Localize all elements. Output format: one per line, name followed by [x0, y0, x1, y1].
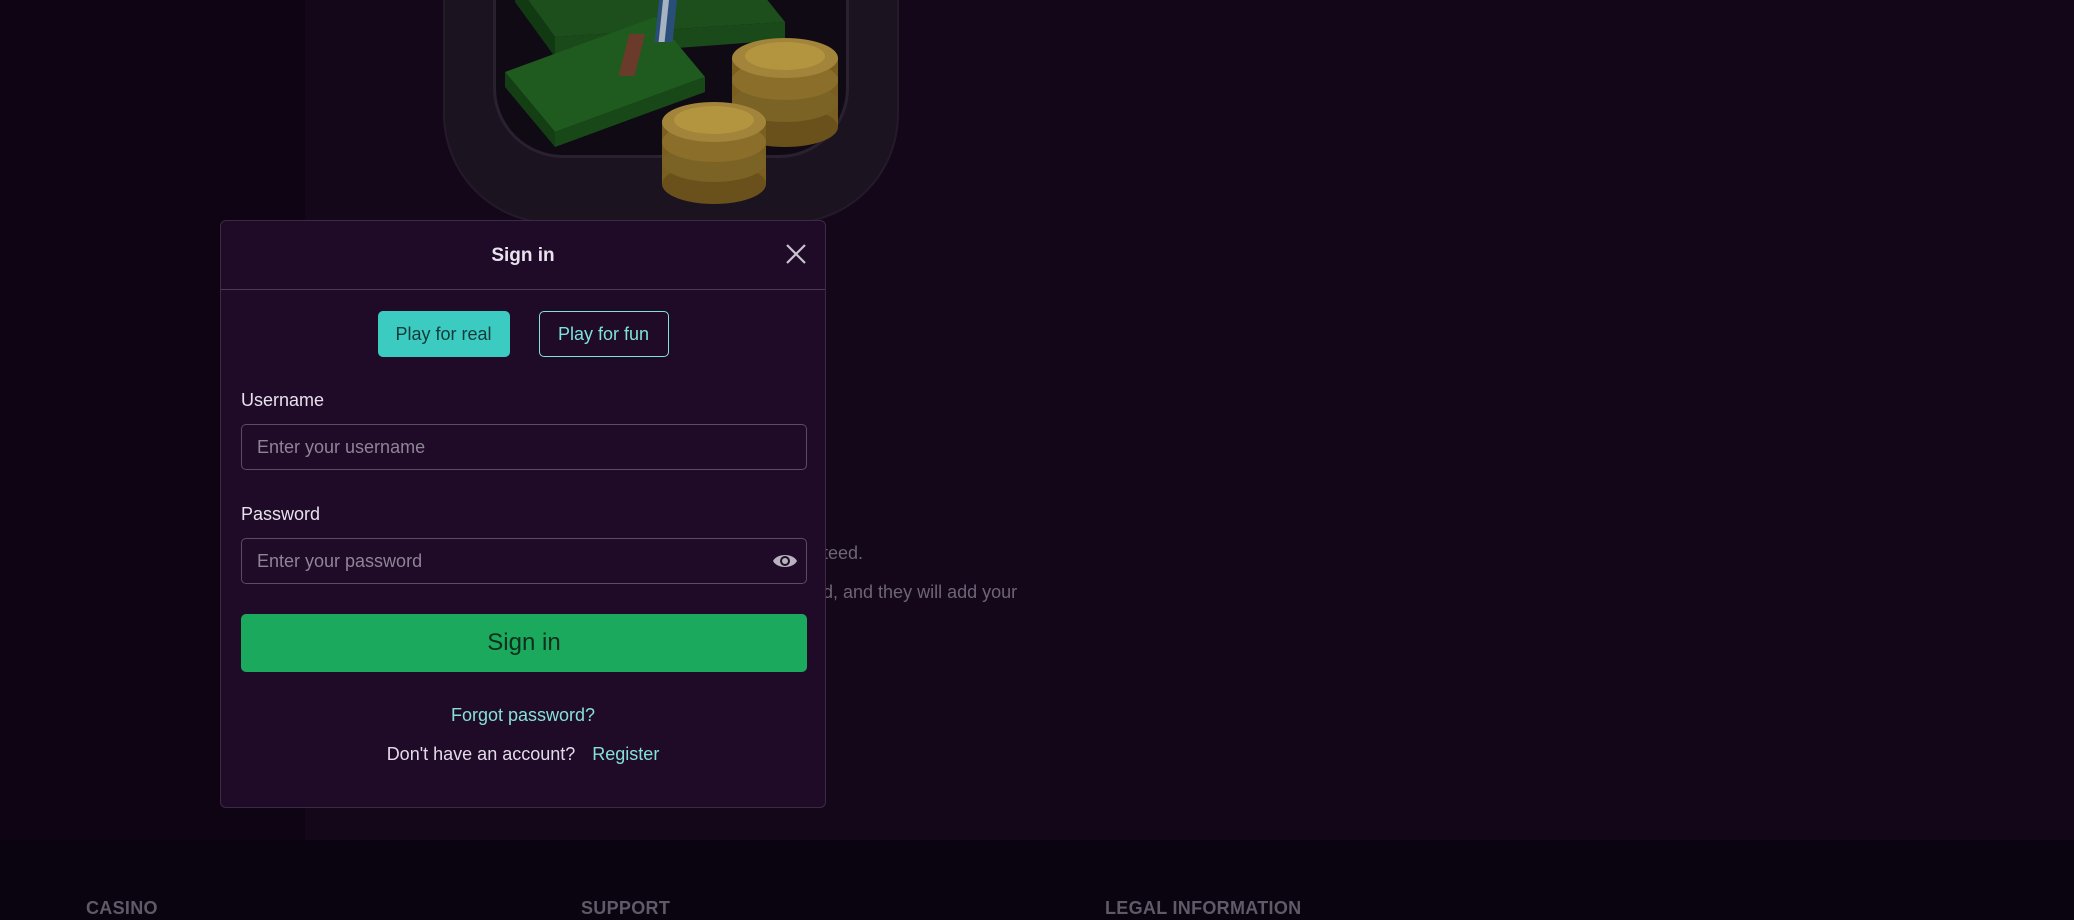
password-field	[241, 538, 807, 584]
close-icon	[786, 244, 806, 264]
play-mode-toggle: Play for real Play for fun	[221, 311, 825, 357]
modal-title: Sign in	[491, 245, 555, 266]
show-password-toggle[interactable]	[772, 550, 798, 572]
background-text-line-1: teed.	[823, 543, 864, 563]
sign-in-submit-button[interactable]: Sign in	[241, 614, 807, 672]
play-for-fun-button[interactable]: Play for fun	[538, 311, 669, 357]
coin-stack-left	[662, 102, 766, 204]
forgot-password-link[interactable]: Forgot password?	[221, 705, 825, 726]
modal-header: Sign in	[221, 221, 825, 290]
register-prompt: Don't have an account? Register	[221, 744, 825, 765]
username-input[interactable]	[242, 425, 806, 469]
play-for-real-button[interactable]: Play for real	[377, 311, 510, 357]
footer-heading-legal: LEGAL INFORMATION	[1105, 898, 1302, 918]
password-input[interactable]	[242, 539, 806, 583]
background-text-line-2: d, and they will add your	[823, 582, 1018, 602]
username-label: Username	[241, 390, 325, 410]
promo-image-tile	[443, 0, 899, 224]
footer-heading-casino: CASINO	[86, 898, 158, 918]
close-button[interactable]	[783, 241, 809, 267]
no-account-text: Don't have an account?	[386, 744, 576, 764]
eye-icon	[773, 555, 797, 567]
sign-in-modal: Sign in Play for real Play for fun Usern…	[220, 220, 826, 808]
money-illustration	[505, 0, 838, 204]
register-link[interactable]: Register	[592, 744, 659, 764]
footer	[0, 840, 2074, 920]
password-label: Password	[241, 504, 321, 524]
username-field	[241, 424, 807, 470]
footer-heading-support: SUPPORT	[581, 898, 671, 918]
